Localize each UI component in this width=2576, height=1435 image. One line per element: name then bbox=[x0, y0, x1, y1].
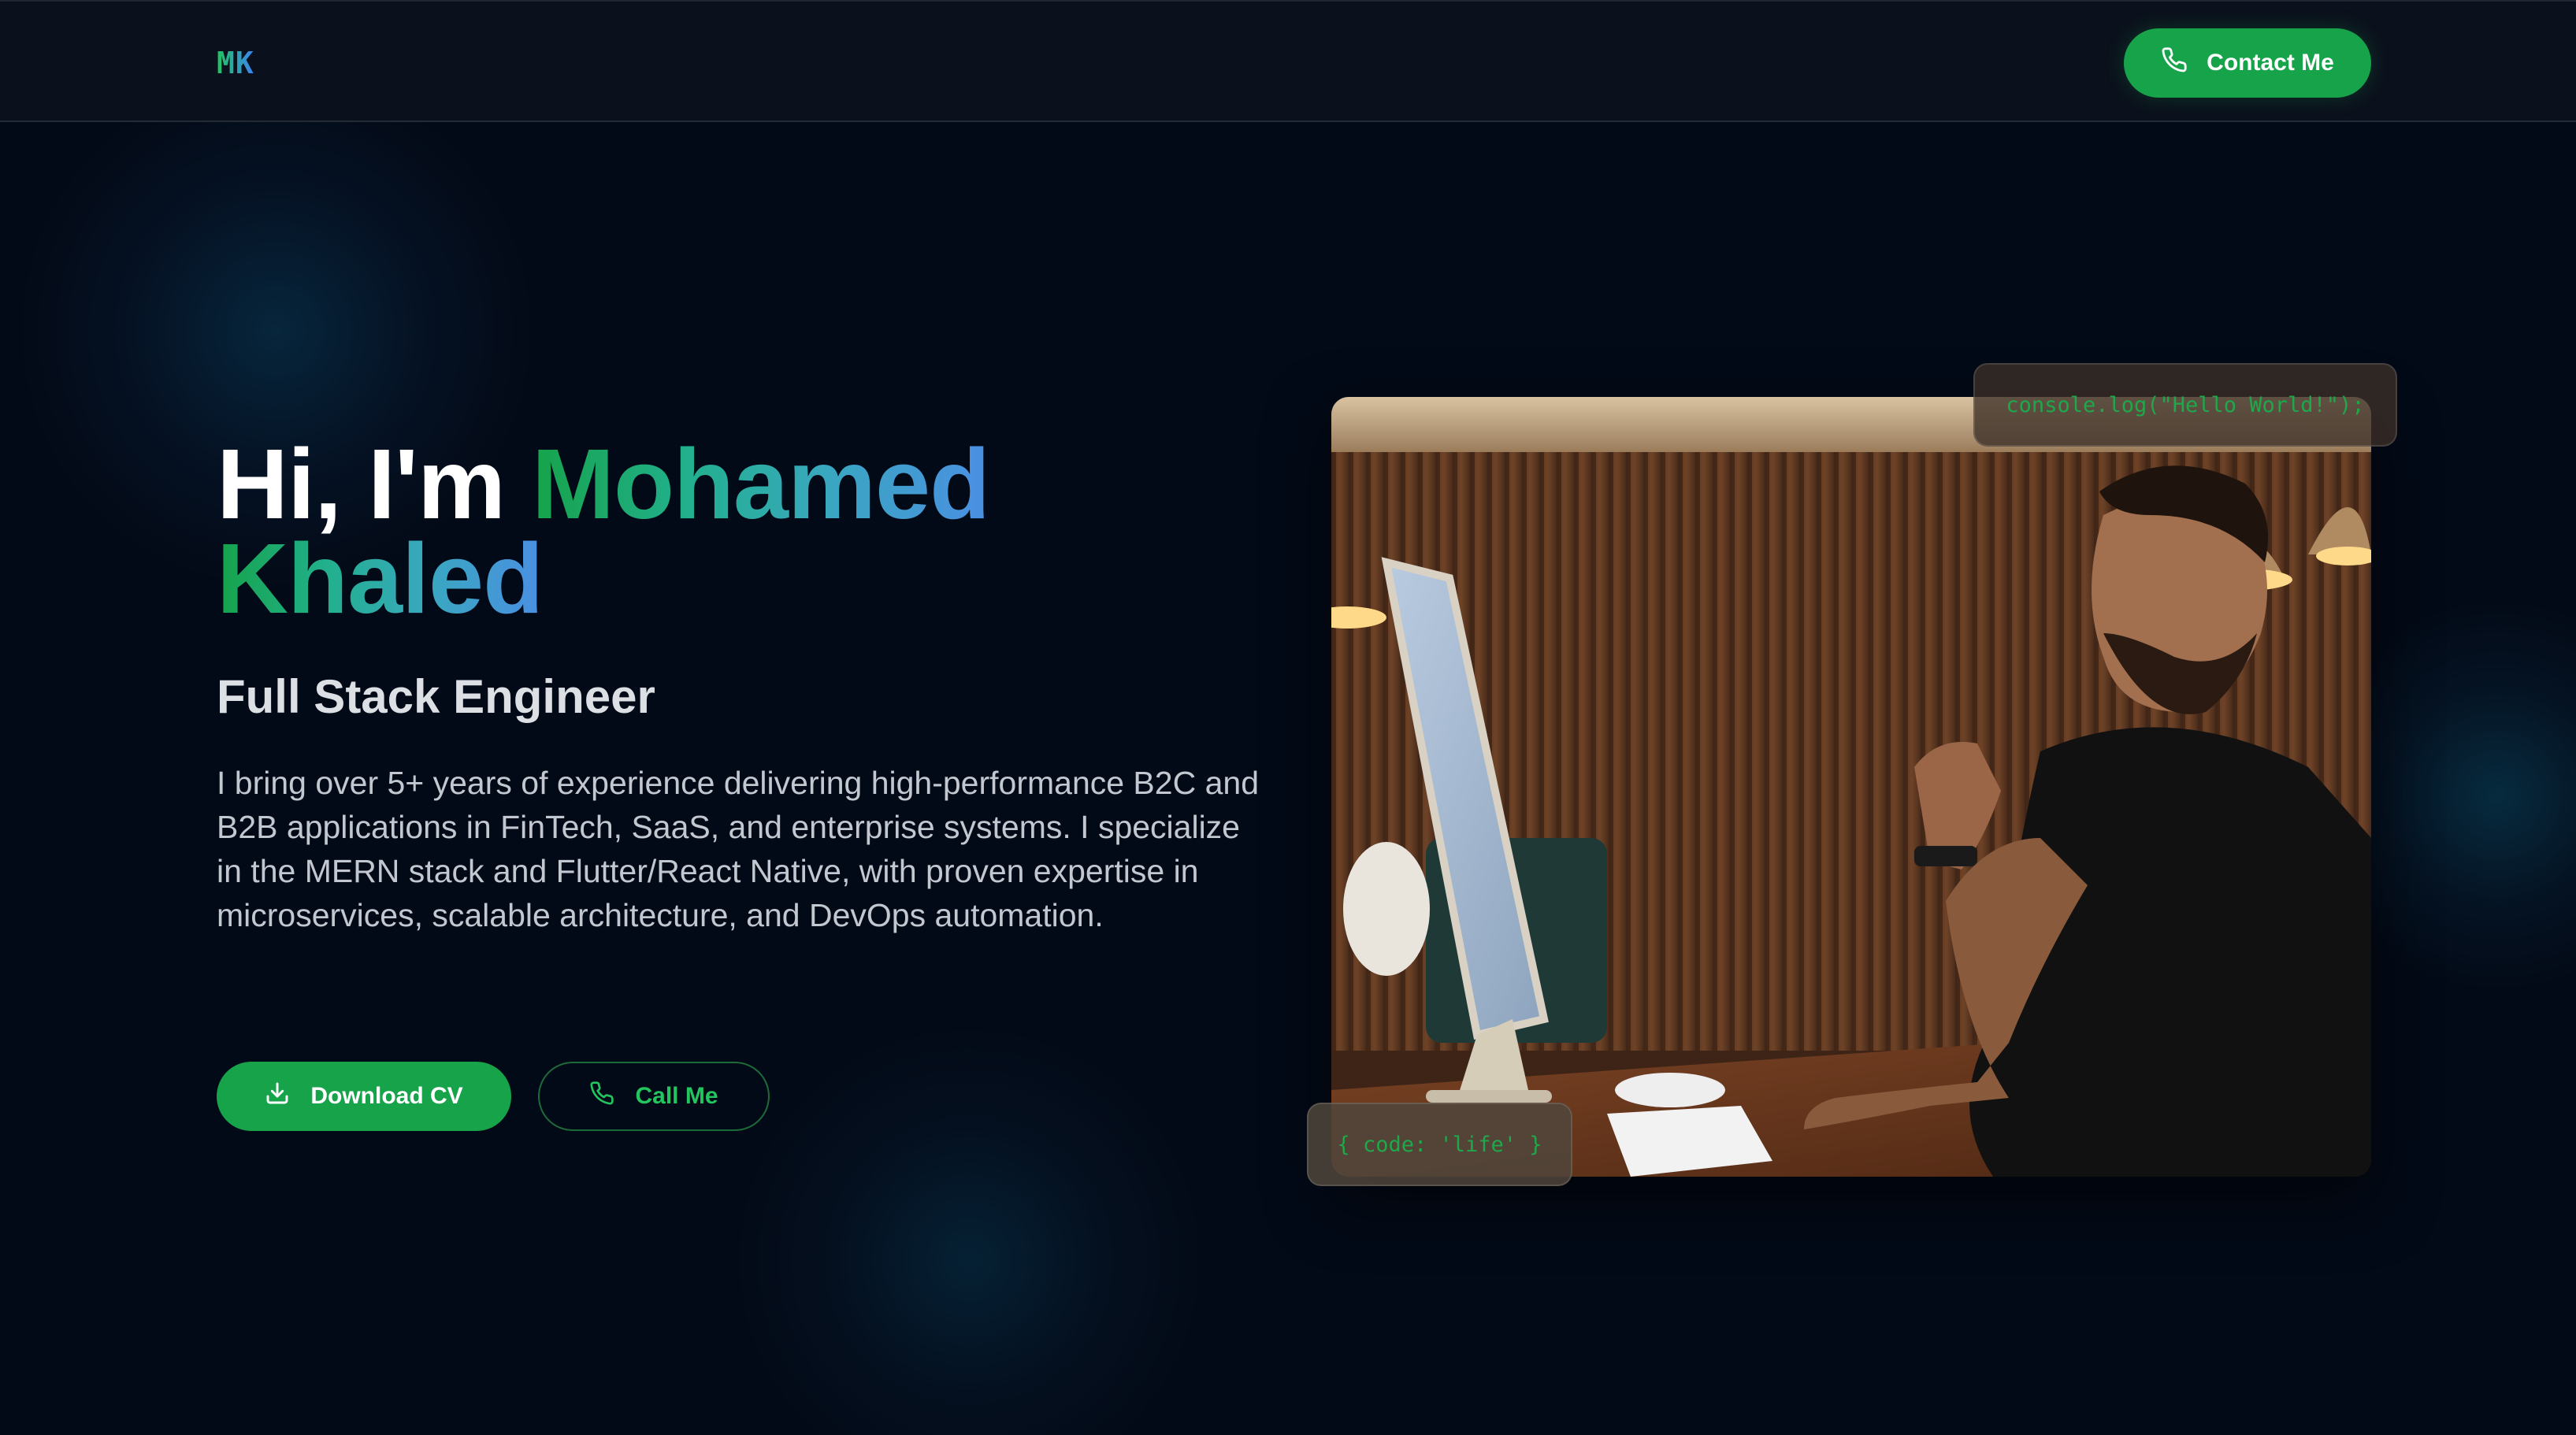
call-me-label: Call Me bbox=[635, 1083, 718, 1109]
code-chip-top: console.log("Hello World!"); bbox=[1973, 363, 2397, 447]
download-cv-label: Download CV bbox=[310, 1083, 463, 1109]
bio-paragraph: I bring over 5+ years of experience deli… bbox=[217, 765, 1259, 933]
ambient-glow-bottom bbox=[733, 1024, 1205, 1435]
code-chip-bottom: { code: 'life' } bbox=[1307, 1103, 1572, 1186]
hero-headline: Hi, I'm Mohamed Khaled bbox=[217, 435, 990, 629]
site-header: MK Contact Me bbox=[0, 0, 2576, 122]
profile-photo bbox=[1331, 397, 2371, 1177]
phone-icon bbox=[2161, 46, 2188, 80]
first-name: Mohamed bbox=[532, 428, 990, 540]
hero-actions: Download CV Call Me bbox=[217, 1062, 770, 1131]
job-title: Full Stack Engineer bbox=[217, 670, 655, 723]
contact-me-label: Contact Me bbox=[2207, 50, 2334, 76]
logo[interactable]: MK bbox=[217, 46, 254, 80]
download-cv-button[interactable]: Download CV bbox=[217, 1062, 511, 1131]
download-icon bbox=[265, 1081, 290, 1112]
last-name: Khaled bbox=[217, 523, 544, 634]
phone-icon bbox=[589, 1081, 614, 1112]
profile-photo-illustration bbox=[1331, 397, 2371, 1177]
contact-me-button[interactable]: Contact Me bbox=[2124, 28, 2371, 98]
call-me-button[interactable]: Call Me bbox=[538, 1062, 770, 1131]
